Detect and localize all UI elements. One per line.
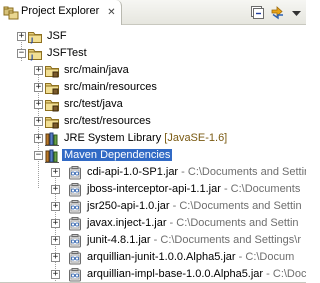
tree-item-label-wrap: javax.inject-1.jar - C:\Documents and Se… [87, 217, 299, 230]
jar-icon [67, 199, 83, 215]
tree-item-label-selected: Maven Dependencies [62, 149, 173, 161]
project-icon: J [27, 29, 43, 45]
tree-item-label-wrap: jboss-interceptor-api-1.1.jar - C:\Docum… [87, 183, 300, 196]
expand-icon[interactable]: + [34, 134, 43, 143]
jar-icon [67, 216, 83, 232]
tree-item-label-wrap: JSFTest [47, 47, 87, 60]
tree-item-label: cdi-api-1.0-SP1.jar [87, 166, 179, 178]
expand-icon[interactable]: + [34, 117, 43, 126]
tree-item-label-wrap: jsr250-api-1.0.jar - C:\Documents and Se… [87, 200, 302, 213]
tree-item-label: JRE System Library [64, 132, 162, 144]
collapse-icon[interactable]: − [34, 151, 43, 160]
jar-path: - C:\Documents and Settings\r [150, 234, 301, 246]
tree-item[interactable]: + arquillian-impl-base-1.0.0.Alpha5.jar … [0, 266, 306, 283]
jar-icon [67, 250, 83, 266]
tree-item-label: src/main/resources [64, 81, 157, 93]
tree-item[interactable]: + junit-4.8.1.jar - C:\Documents and Set… [0, 232, 306, 249]
tree-item-label-wrap: arquillian-junit-1.0.0.Alpha5.jar - C:\D… [87, 251, 294, 264]
tree-item-label: junit-4.8.1.jar [87, 234, 151, 246]
source-folder-icon [44, 97, 60, 113]
tree-item-label: src/test/java [64, 98, 123, 110]
jar-icon [67, 233, 83, 249]
library-version-decoration: [JavaSE-1.6] [164, 132, 228, 144]
tree-item[interactable]: − J JSFTest [0, 45, 306, 62]
tree-item-label-wrap: junit-4.8.1.jar - C:\Documents and Setti… [87, 234, 301, 247]
link-with-editor-icon[interactable] [269, 4, 286, 21]
expand-icon[interactable]: + [51, 236, 60, 245]
collapse-icon[interactable]: − [17, 49, 26, 58]
tree-item[interactable]: + JRE System Library [JavaSE-1.6] [0, 130, 306, 147]
view-menu-icon[interactable] [289, 4, 304, 21]
svg-text:J: J [30, 37, 33, 44]
jar-icon [67, 267, 83, 283]
tree-item-label: arquillian-junit-1.0.0.Alpha5.jar [87, 251, 236, 263]
expand-icon[interactable]: + [51, 185, 60, 194]
jar-path: - C:\Documents [220, 183, 301, 195]
tree-item[interactable]: + src/main/java [0, 62, 306, 79]
project-icon: J [27, 46, 43, 62]
tree-item[interactable]: + javax.inject-1.jar - C:\Documents and … [0, 215, 306, 232]
expand-icon[interactable]: + [51, 219, 60, 228]
collapse-all-icon[interactable] [249, 4, 266, 21]
jar-icon [67, 182, 83, 198]
source-folder-icon [44, 80, 60, 96]
view-title-bar: Project Explorer ✕ [0, 0, 306, 25]
jar-path: - C:\Documents and Settin [166, 217, 299, 229]
project-tree: + J JSF − J JSFTest + src/main/java + src/m… [0, 25, 306, 283]
tree-item-label-wrap: cdi-api-1.0-SP1.jar - C:\Documents and S… [87, 166, 306, 179]
expand-icon[interactable]: + [34, 100, 43, 109]
tree-item[interactable]: + J JSF [0, 28, 306, 45]
close-icon[interactable]: ✕ [107, 8, 116, 18]
jar-path: - C:\Documents and Settin [169, 200, 302, 212]
tree-item-label: arquillian-impl-base-1.0.0.Alpha5.jar [87, 268, 264, 280]
tree-item-label-wrap: src/main/resources [64, 81, 157, 94]
library-icon [44, 131, 60, 147]
tree-item-label: src/main/java [64, 64, 129, 76]
tree-item-label: jsr250-api-1.0.jar [87, 200, 170, 212]
expand-icon[interactable]: + [34, 66, 43, 75]
tree-item-label-wrap: Maven Dependencies [62, 149, 173, 162]
tree-item[interactable]: + jboss-interceptor-api-1.1.jar - C:\Doc… [0, 181, 306, 198]
source-folder-icon [44, 63, 60, 79]
expand-icon[interactable]: + [51, 168, 60, 177]
tree-item-label: JSFTest [47, 47, 87, 59]
tree-item[interactable]: + cdi-api-1.0-SP1.jar - C:\Documents and… [0, 164, 306, 181]
tree-item-label-wrap: JSF [47, 30, 67, 43]
expand-icon[interactable]: + [51, 253, 60, 262]
tree-item-label: jboss-interceptor-api-1.1.jar [87, 183, 221, 195]
tree-item-label: JSF [47, 30, 67, 42]
expand-icon[interactable]: + [51, 202, 60, 211]
tab-title: Project Explorer [21, 5, 100, 17]
jar-path: - C:\Doc [263, 268, 306, 280]
tree-item-label: src/test/resources [64, 115, 151, 127]
project-explorer-view: Project Explorer ✕ + J JSF − J JSFTest +… [0, 0, 306, 283]
expand-icon[interactable]: + [51, 270, 60, 279]
tab-project-explorer[interactable]: Project Explorer ✕ [0, 0, 122, 25]
tree-item-label-wrap: JRE System Library [JavaSE-1.6] [64, 132, 227, 145]
tree-item-label: javax.inject-1.jar [87, 217, 167, 229]
tree-item[interactable]: + src/main/resources [0, 79, 306, 96]
tree-item-label-wrap: src/test/java [64, 98, 123, 111]
jar-path: - C:\Docum [235, 251, 295, 263]
expand-icon[interactable]: + [34, 83, 43, 92]
svg-text:J: J [30, 54, 33, 61]
tree-item[interactable]: + arquillian-junit-1.0.0.Alpha5.jar - C:… [0, 249, 306, 266]
tree-item-label-wrap: src/test/resources [64, 115, 151, 128]
tree-item[interactable]: − Maven Dependencies [0, 147, 306, 164]
tree-item-label-wrap: src/main/java [64, 64, 129, 77]
jar-path: - C:\Documents and Settin [178, 166, 306, 178]
tree-item[interactable]: + jsr250-api-1.0.jar - C:\Documents and … [0, 198, 306, 215]
tree-item-label-wrap: arquillian-impl-base-1.0.0.Alpha5.jar - … [87, 268, 306, 281]
jar-icon [67, 165, 83, 181]
source-folder-icon [44, 114, 60, 130]
library-icon [44, 148, 60, 164]
tree-item[interactable]: + src/test/java [0, 96, 306, 113]
expand-icon[interactable]: + [17, 32, 26, 41]
project-explorer-icon [3, 6, 19, 20]
tree-item[interactable]: + src/test/resources [0, 113, 306, 130]
